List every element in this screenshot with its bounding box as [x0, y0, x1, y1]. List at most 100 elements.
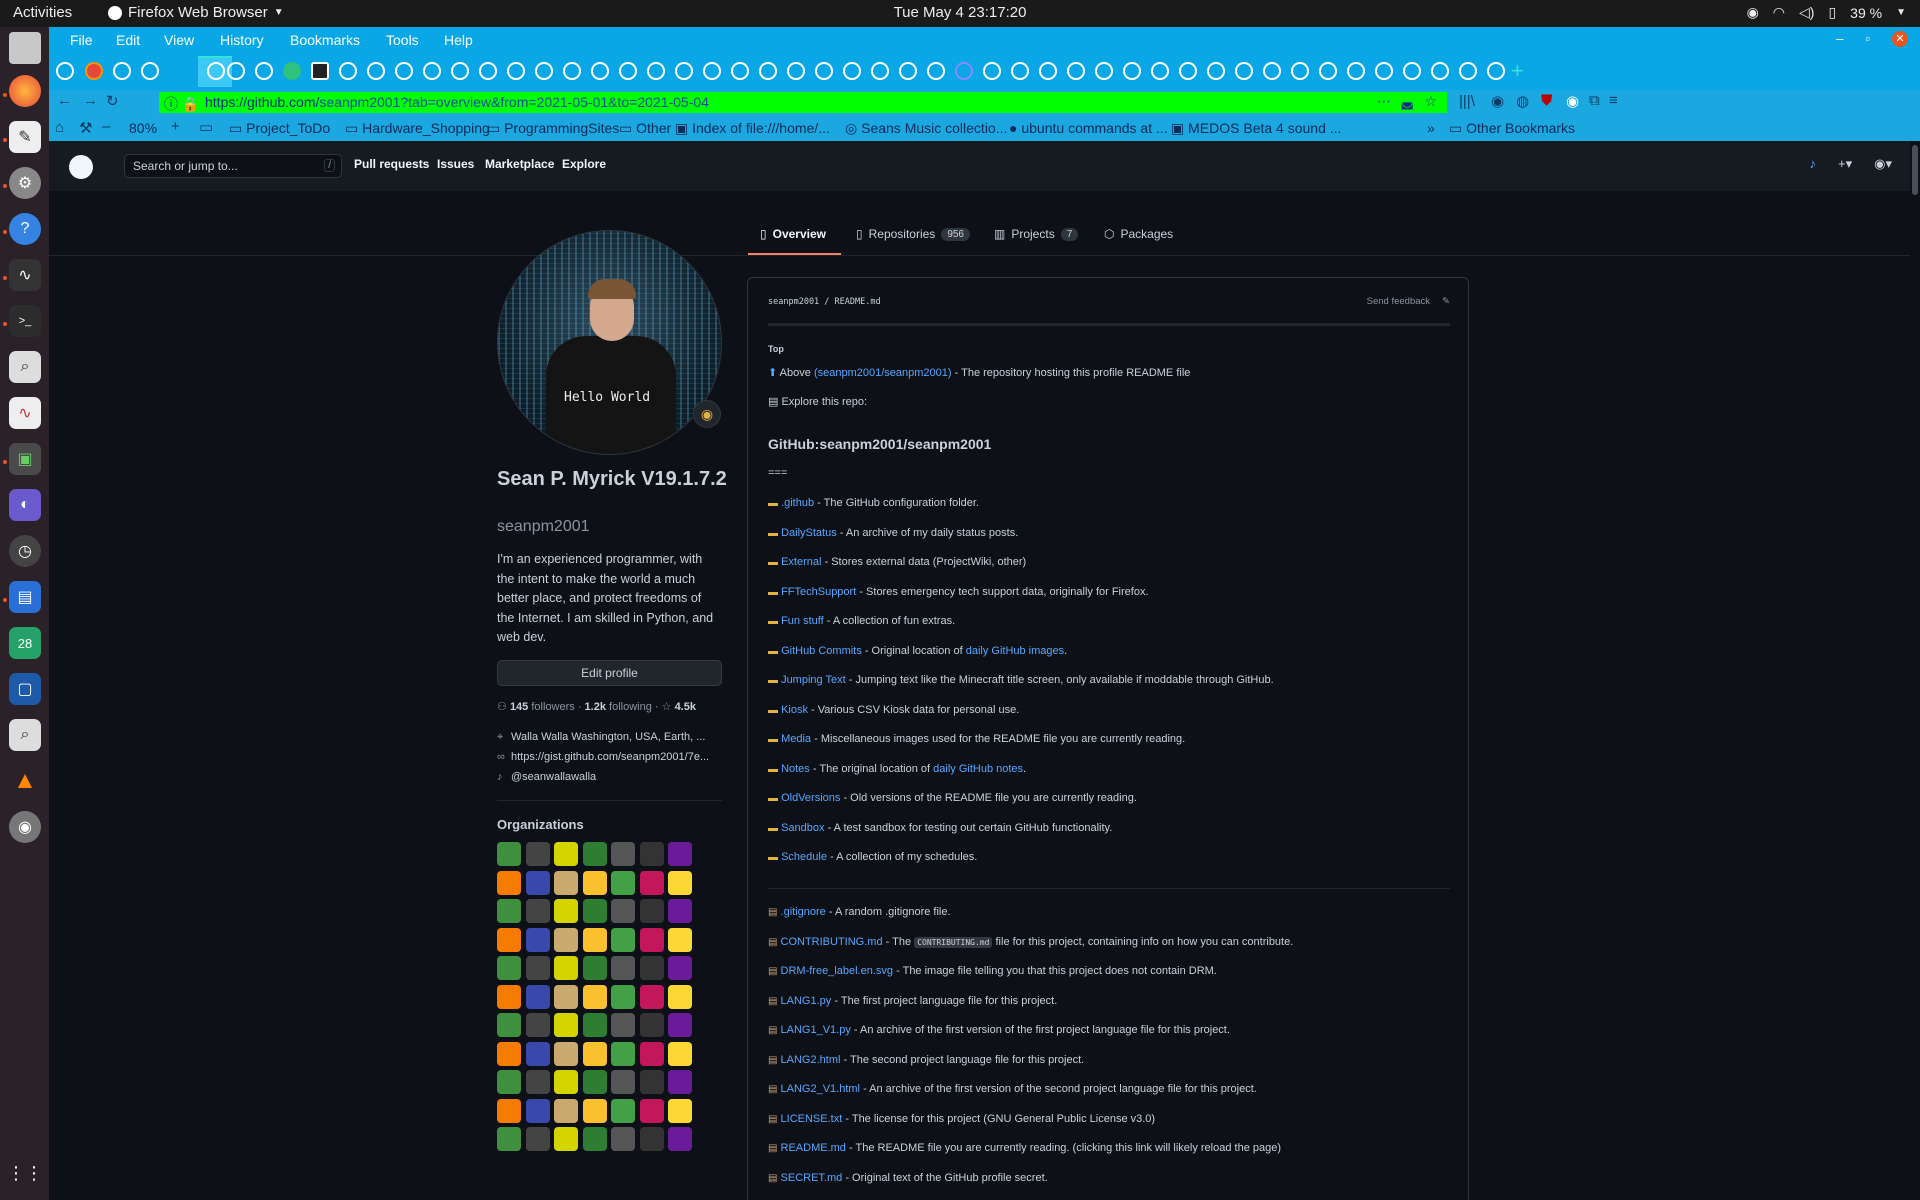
organization-avatar[interactable]	[582, 927, 607, 952]
tab-projects[interactable]: ▥ Projects 7	[994, 227, 1079, 241]
organization-avatar[interactable]	[582, 1013, 607, 1037]
organization-avatar[interactable]	[668, 899, 692, 923]
github-tab-icon[interactable]	[1403, 62, 1421, 80]
organization-avatar[interactable]	[639, 1013, 664, 1037]
organization-avatar[interactable]	[497, 899, 521, 923]
folder-link[interactable]: Sandbox	[781, 822, 824, 834]
screenshot-icon[interactable]: ⧉	[1589, 92, 1600, 109]
github-tab-icon[interactable]	[703, 62, 721, 80]
stars-count[interactable]: 4.5k	[675, 701, 696, 713]
minimize-icon[interactable]: –	[1836, 31, 1843, 47]
library-icon[interactable]: |||\	[1459, 93, 1475, 110]
reload-icon[interactable]: ↻	[106, 92, 119, 110]
twitter-link[interactable]: @seanwallawalla	[511, 771, 596, 783]
forward-icon[interactable]: →	[83, 92, 98, 109]
github-tab-icon[interactable]	[1319, 62, 1337, 80]
activities-button[interactable]: Activities	[13, 4, 72, 21]
organization-avatar[interactable]	[525, 1041, 550, 1066]
organization-avatar[interactable]	[554, 1013, 578, 1037]
organization-avatar[interactable]	[611, 870, 635, 895]
organization-avatar[interactable]	[525, 870, 550, 895]
github-tab-icon[interactable]	[1039, 62, 1057, 80]
organization-avatar[interactable]	[525, 956, 550, 980]
organization-avatar[interactable]	[639, 1098, 664, 1123]
bookmark-link[interactable]: ◎ Seans Music collectio...	[845, 120, 1007, 137]
page-scrollbar[interactable]	[1910, 141, 1920, 1200]
other-bookmarks[interactable]: ▭ Other Bookmarks	[1449, 120, 1575, 137]
show-apps-icon[interactable]: ⋮⋮	[7, 1157, 43, 1189]
ublock-icon[interactable]: ⛊	[1541, 92, 1552, 109]
home-icon[interactable]: ⌂	[55, 119, 64, 136]
edit-profile-button[interactable]: Edit profile	[497, 660, 722, 686]
folder-link[interactable]: FFTechSupport	[781, 586, 856, 598]
github-tab-icon[interactable]	[395, 62, 413, 80]
organization-avatar[interactable]	[582, 1098, 607, 1123]
organization-avatar[interactable]	[582, 1041, 607, 1066]
zoom-level[interactable]: 80%	[129, 120, 157, 136]
file-link[interactable]: LANG1_V1.py	[781, 1024, 851, 1036]
github-tab-icon[interactable]	[423, 62, 441, 80]
misc-tab-icon[interactable]	[955, 62, 973, 80]
organization-avatar[interactable]	[582, 842, 607, 866]
organization-avatar[interactable]	[668, 1070, 692, 1094]
github-tab-icon[interactable]	[255, 62, 273, 80]
inline-link[interactable]: daily GitHub notes	[933, 763, 1023, 775]
github-tab-icon[interactable]	[871, 62, 889, 80]
back-icon[interactable]: ←	[57, 92, 72, 109]
organization-avatar[interactable]	[611, 1013, 635, 1037]
bookmark-star-icon[interactable]: ☆	[1424, 93, 1437, 110]
organization-avatar[interactable]	[639, 927, 664, 952]
github-tab-icon[interactable]	[1095, 62, 1113, 80]
folder-link[interactable]: Media	[781, 733, 811, 745]
account-icon[interactable]: ◉	[1491, 92, 1504, 110]
folder-link[interactable]: Notes	[781, 763, 810, 775]
github-tab-icon[interactable]	[619, 62, 637, 80]
firefox-tab-icon[interactable]	[85, 62, 103, 80]
hamburger-menu-icon[interactable]: ≡	[1609, 92, 1618, 109]
disk-icon[interactable]: ◉	[9, 811, 41, 843]
vlc-icon[interactable]: ▲	[9, 765, 41, 797]
github-tab-icon[interactable]	[535, 62, 553, 80]
organization-avatar[interactable]	[639, 1041, 664, 1066]
file-link[interactable]: LANG2.html	[781, 1054, 841, 1066]
github-tab-icon[interactable]	[227, 62, 245, 80]
organization-avatar[interactable]	[582, 956, 607, 980]
file-link[interactable]: DRM-free_label.en.svg	[781, 965, 894, 977]
file-link[interactable]: CONTRIBUTING.md	[781, 936, 883, 948]
organization-avatar[interactable]	[497, 1098, 521, 1123]
organization-avatar[interactable]	[554, 842, 578, 866]
pocket-icon[interactable]: ◛	[1400, 93, 1414, 110]
github-tab-icon[interactable]	[815, 62, 833, 80]
page-actions-icon[interactable]: ⋯	[1377, 93, 1391, 110]
maximize-icon[interactable]: ▫	[1865, 31, 1870, 47]
github-tab-icon[interactable]	[1011, 62, 1029, 80]
search-input[interactable]: Search or jump to... /	[124, 154, 342, 178]
profile-avatar[interactable]: Hello World	[497, 230, 722, 455]
organization-avatar[interactable]	[497, 1127, 521, 1151]
github-tab-icon[interactable]	[591, 62, 609, 80]
organization-avatar[interactable]	[611, 984, 635, 1009]
zoom-out-icon[interactable]: –	[102, 118, 110, 135]
menu-view[interactable]: View	[164, 32, 194, 48]
organization-avatar[interactable]	[554, 899, 578, 923]
calendar-icon[interactable]: 28	[9, 627, 41, 659]
file-link[interactable]: .gitignore	[781, 906, 826, 918]
organization-avatar[interactable]	[668, 1041, 692, 1066]
search-icon[interactable]: ⌕	[9, 351, 41, 383]
github-tab-icon[interactable]	[983, 62, 1001, 80]
inline-link[interactable]: daily GitHub images	[966, 645, 1064, 657]
organization-avatar[interactable]	[525, 1070, 550, 1094]
nav-marketplace[interactable]: Marketplace	[485, 157, 554, 171]
menu-history[interactable]: History	[220, 32, 264, 48]
folder-link[interactable]: Fun stuff	[781, 615, 824, 627]
organization-avatar[interactable]	[525, 927, 550, 952]
github-tab-icon[interactable]	[1207, 62, 1225, 80]
bookmarks-overflow-icon[interactable]: »	[1427, 120, 1435, 136]
github-tab-icon[interactable]	[1291, 62, 1309, 80]
menu-tools[interactable]: Tools	[386, 32, 419, 48]
folder-link[interactable]: Kiosk	[781, 704, 808, 716]
github-tab-icon[interactable]	[1067, 62, 1085, 80]
github-tab-icon[interactable]	[1263, 62, 1281, 80]
github-tab-icon[interactable]	[451, 62, 469, 80]
organization-avatar[interactable]	[525, 899, 550, 923]
